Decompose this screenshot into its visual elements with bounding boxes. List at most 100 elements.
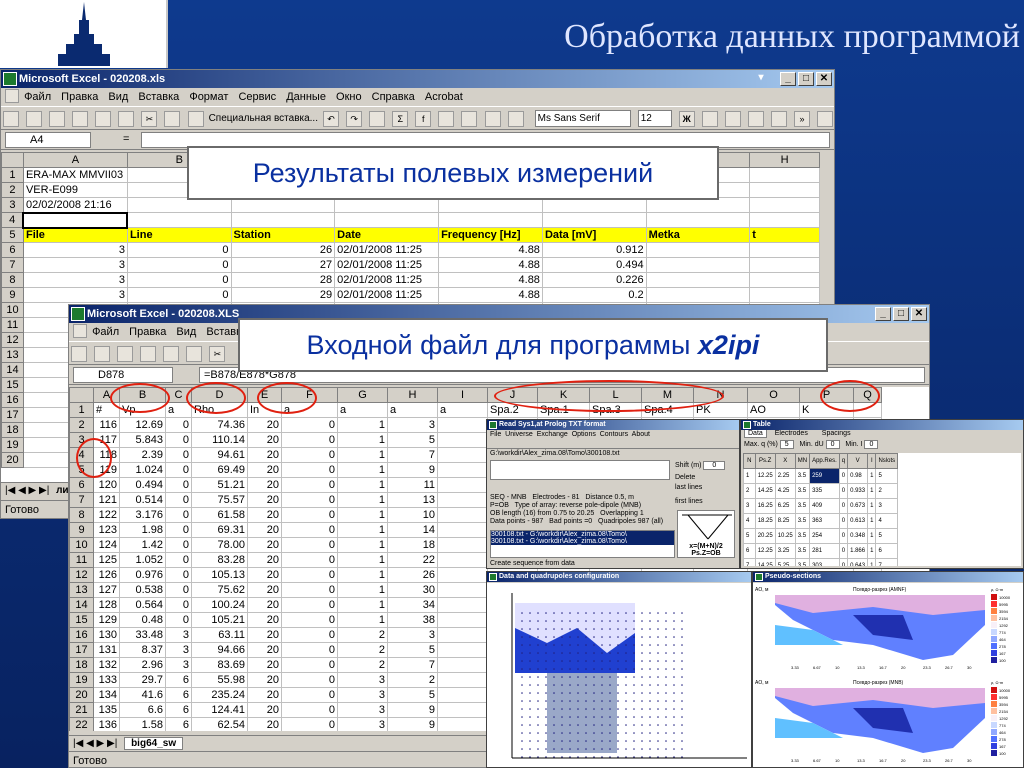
table-cell[interactable]: 3.5 [794, 468, 811, 484]
table-cell[interactable] [437, 477, 488, 493]
table-cell[interactable] [749, 242, 820, 258]
table-cell[interactable]: 9 [387, 462, 438, 478]
table-cell[interactable]: 0.226 [541, 272, 647, 288]
table-cell[interactable]: 18 [387, 537, 438, 553]
table-cell[interactable]: 0 [165, 417, 192, 433]
table-cell[interactable]: 3 [22, 257, 128, 273]
file-list-item[interactable]: 300108.txt - G:\workdir\Alex_zima.08\Tom… [491, 531, 674, 538]
name-box[interactable]: A4 [5, 132, 91, 148]
table-cell[interactable] [437, 432, 488, 448]
col-header[interactable]: X [774, 453, 796, 469]
row-header[interactable]: 1 [1, 167, 24, 183]
table-cell[interactable]: 129 [93, 612, 120, 628]
table-cell[interactable]: 1.42 [119, 537, 166, 553]
tab-nav-icon[interactable]: |◀ ◀ ▶ ▶| [73, 738, 117, 749]
table-cell[interactable]: 4.88 [438, 272, 543, 288]
table-cell[interactable]: Station [230, 227, 336, 243]
table-cell[interactable]: 0 [165, 462, 192, 478]
table-cell[interactable]: 1.052 [119, 552, 166, 568]
table-cell[interactable]: 9 [387, 717, 438, 731]
table-cell[interactable]: 14 [387, 522, 438, 538]
print-icon[interactable] [72, 111, 89, 127]
table-cell[interactable]: 3 [337, 702, 388, 718]
table-cell[interactable]: 135 [93, 702, 120, 718]
table-cell[interactable]: 6 [875, 543, 899, 559]
table-cell[interactable]: 41.6 [119, 687, 166, 703]
table-cell[interactable]: 02/01/2008 11:25 [334, 257, 440, 273]
table-cell[interactable]: 3 [22, 287, 128, 303]
table-cell[interactable] [437, 447, 488, 463]
table-cell[interactable] [230, 212, 336, 228]
table-cell[interactable]: 0 [838, 558, 849, 566]
row-header[interactable]: 3 [1, 197, 24, 213]
row-header[interactable]: 7 [69, 492, 94, 508]
row-header[interactable]: 8 [69, 507, 94, 523]
row-header[interactable]: 5 [1, 227, 24, 243]
menu-help[interactable]: Справка [372, 91, 415, 103]
open-icon[interactable] [94, 346, 111, 362]
table-cell[interactable]: 69.31 [191, 522, 248, 538]
table-cell[interactable]: 20 [247, 582, 282, 598]
table-cell[interactable]: 1 [337, 552, 388, 568]
table-cell[interactable]: 1.98 [119, 522, 166, 538]
cut-icon[interactable]: ✂ [209, 346, 226, 362]
table-cell[interactable]: 33.48 [119, 627, 166, 643]
table-cell[interactable] [437, 702, 488, 718]
table-cell[interactable]: 0 [281, 717, 338, 731]
table-cell[interactable]: 0 [281, 642, 338, 658]
table-cell[interactable] [437, 657, 488, 673]
window-titlebar[interactable]: Pseudo-sections [753, 572, 1023, 582]
table-cell[interactable]: 20 [247, 642, 282, 658]
table-cell[interactable]: 0 [281, 417, 338, 433]
row-header[interactable]: 16 [1, 392, 24, 408]
table-cell[interactable]: 121 [93, 492, 120, 508]
row-header[interactable]: 12 [1, 332, 24, 348]
table-cell[interactable]: 2 [337, 657, 388, 673]
table-cell[interactable]: 0 [281, 672, 338, 688]
table-cell[interactable] [437, 687, 488, 703]
read-sys-window[interactable]: Read Sys1,at Prolog TXT format File Univ… [486, 419, 740, 569]
table-cell[interactable]: 4.88 [438, 287, 543, 303]
table-cell[interactable]: 61.58 [191, 507, 248, 523]
table-cell[interactable]: 3 [875, 498, 899, 514]
table-cell[interactable]: 5.843 [119, 432, 166, 448]
table-cell[interactable]: 0.643 [847, 558, 869, 566]
col-header[interactable]: H [749, 152, 820, 168]
menu-contours[interactable]: Contours [600, 431, 628, 438]
table-cell[interactable]: 335 [809, 483, 840, 499]
table-cell[interactable]: 2 [337, 642, 388, 658]
table-cell[interactable]: 94.61 [191, 447, 248, 463]
table-cell[interactable] [749, 287, 820, 303]
row-header[interactable]: 17 [69, 642, 94, 658]
preview-icon[interactable] [95, 111, 112, 127]
table-cell[interactable]: a [337, 402, 388, 418]
table-cell[interactable] [438, 212, 543, 228]
table-cell[interactable] [645, 287, 751, 303]
row-header[interactable]: 17 [1, 407, 24, 423]
table-cell[interactable]: 123 [93, 522, 120, 538]
table-cell[interactable]: 6 [165, 687, 192, 703]
close-button[interactable]: ✕ [816, 72, 832, 86]
table-cell[interactable] [334, 212, 440, 228]
table-cell[interactable]: 10 [387, 507, 438, 523]
table-cell[interactable]: 235.24 [191, 687, 248, 703]
table-cell[interactable]: 20.25 [754, 528, 776, 544]
row-header[interactable]: 6 [1, 242, 24, 258]
spelling-icon[interactable] [118, 111, 135, 127]
table-cell[interactable]: 20 [247, 417, 282, 433]
table-cell[interactable]: 0 [281, 522, 338, 538]
table-cell[interactable]: 0 [165, 597, 192, 613]
row-header[interactable]: 11 [1, 317, 24, 333]
table-cell[interactable]: 5 [875, 528, 899, 544]
table-cell[interactable]: 20 [247, 627, 282, 643]
menu-view[interactable]: Вид [176, 326, 196, 338]
table-cell[interactable]: 29 [230, 287, 336, 303]
table-cell[interactable]: 2 [875, 483, 899, 499]
table-cell[interactable]: 29.7 [119, 672, 166, 688]
table-cell[interactable]: Date [334, 227, 440, 243]
row-header[interactable]: 9 [69, 522, 94, 538]
data-preview[interactable] [490, 460, 670, 480]
table-cell[interactable] [437, 612, 488, 628]
table-cell[interactable]: a [437, 402, 488, 418]
menu-file[interactable]: Файл [24, 91, 51, 103]
